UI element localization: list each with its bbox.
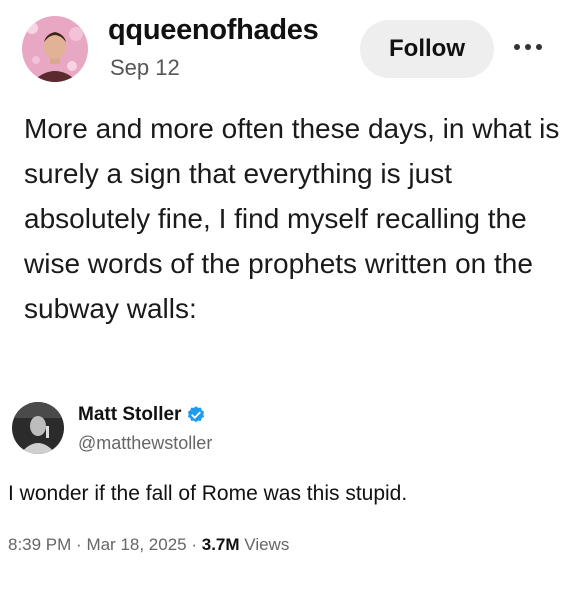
more-dots-icon [514,44,542,50]
quoted-avatar[interactable] [12,402,64,454]
quoted-handle[interactable]: @matthewstoller [78,433,212,454]
meta-separator: · [76,535,87,554]
username[interactable]: qqueenofhades [108,14,319,47]
user-avatar[interactable] [22,16,88,82]
views-count: 3.7M [201,535,240,554]
quoted-tweet-text: I wonder if the fall of Rome was this st… [8,482,408,505]
quoted-name-text: Matt Stoller [78,404,182,425]
tweet-date: Mar 18, 2025 [86,535,187,554]
follow-button[interactable]: Follow [360,20,494,78]
tweet-meta: 8:39 PM · Mar 18, 2025 · 3.7M Views [8,535,289,555]
tweet-time: 8:39 PM [8,535,72,554]
views-label: Views [244,535,290,554]
post-text: More and more often these days, in what … [24,113,560,324]
verified-badge-icon [188,406,205,423]
quoted-avatar-image [12,402,64,454]
meta-separator: · [191,535,202,554]
quoted-display-name[interactable]: Matt Stoller [78,404,206,426]
avatar-image [22,16,88,82]
more-options-icon[interactable] [508,32,548,62]
post-date: Sep 12 [110,55,180,80]
